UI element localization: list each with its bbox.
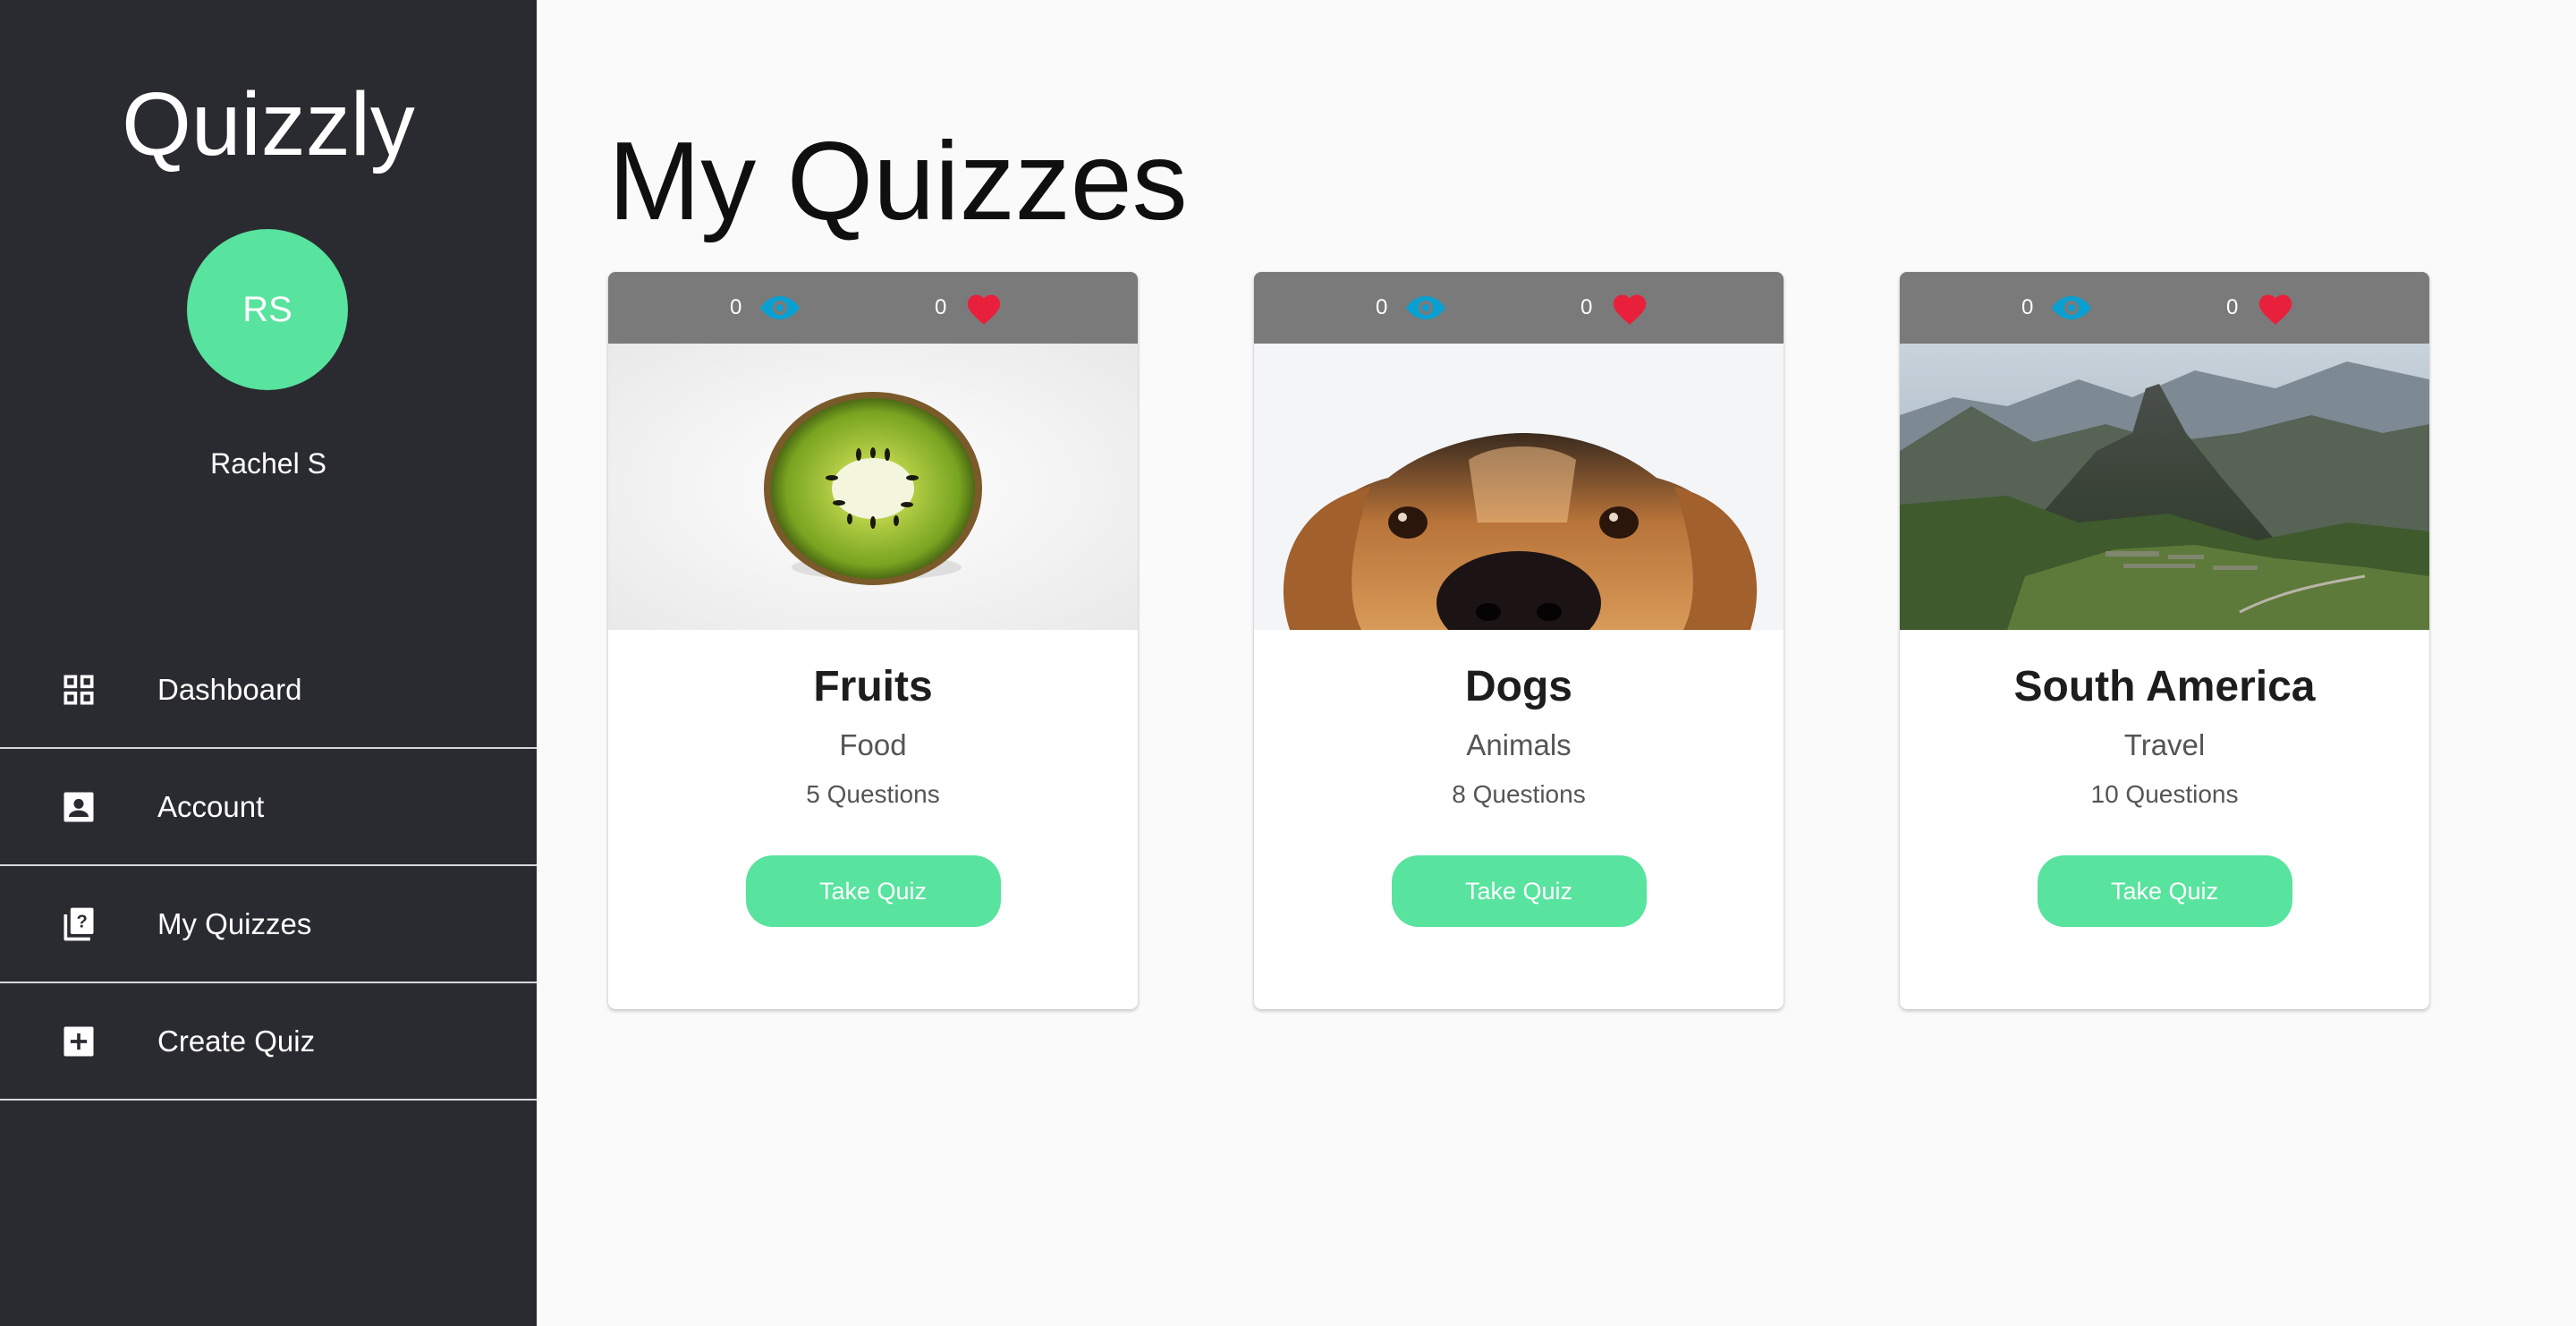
views-count: 0 [1376, 295, 1388, 319]
card-stats-bar: 0 0 [1900, 272, 2429, 344]
sidebar-item-create-quiz[interactable]: Create Quiz [0, 983, 537, 1101]
likes-stat: 0 [935, 272, 1004, 344]
card-stats-bar: 0 0 [608, 272, 1138, 344]
eye-icon [1406, 296, 1446, 319]
sidebar-item-label: Dashboard [157, 672, 302, 706]
quiz-category: Travel [2123, 728, 2206, 761]
sidebar-item-label: My Quizzes [157, 906, 312, 940]
dog-photo [1254, 344, 1784, 630]
avatar-initials: RS [242, 289, 292, 329]
brand-logo[interactable]: Quizzly [0, 66, 537, 183]
user-name: Rachel S [210, 447, 326, 480]
heart-icon[interactable] [1610, 290, 1649, 326]
likes-count: 0 [2226, 295, 2239, 319]
library-question-icon: ? [59, 905, 98, 944]
sidebar-item-account[interactable]: Account [0, 749, 537, 866]
quiz-card-fruits[interactable]: 0 0 Fruits Food 5 Questions Take Quiz [608, 272, 1138, 1009]
quiz-title: Dogs [1465, 663, 1572, 710]
quiz-question-count: 5 Questions [806, 780, 940, 808]
eye-icon [2052, 296, 2092, 319]
views-count: 0 [2021, 295, 2034, 319]
likes-count: 0 [935, 295, 947, 319]
sidebar-item-my-quizzes[interactable]: ? My Quizzes [0, 866, 537, 983]
sidebar-item-label: Account [157, 789, 265, 823]
take-quiz-button[interactable]: Take Quiz [2037, 855, 2292, 927]
account-box-icon [59, 787, 98, 827]
sidebar-nav: Dashboard Account ? My Quizzes Create Qu… [0, 632, 537, 1101]
svg-text:?: ? [77, 912, 88, 931]
views-stat: 0 [2021, 272, 2092, 344]
machu-picchu-photo [1900, 344, 2429, 630]
quiz-card-south-america[interactable]: 0 0 South America Travel 10 Questions Ta… [1900, 272, 2429, 1009]
quiz-question-count: 8 Questions [1452, 780, 1586, 808]
sidebar: Quizzly RS Rachel S Dashboard Account ? [0, 0, 537, 1326]
avatar[interactable]: RS [187, 229, 348, 390]
sidebar-item-dashboard[interactable]: Dashboard [0, 632, 537, 749]
views-stat: 0 [1376, 272, 1446, 344]
eye-icon [760, 296, 801, 319]
views-count: 0 [730, 295, 742, 319]
quiz-title: South America [2013, 663, 2316, 710]
quiz-title: Fruits [813, 663, 933, 710]
heart-icon[interactable] [2256, 290, 2295, 326]
views-stat: 0 [730, 272, 801, 344]
quiz-card-dogs[interactable]: 0 0 Dogs Animals 8 Questions Take Quiz [1254, 272, 1784, 1009]
card-stats-bar: 0 0 [1254, 272, 1784, 344]
likes-stat: 0 [2226, 272, 2295, 344]
dashboard-grid-icon [59, 670, 98, 710]
kiwi-photo [608, 344, 1138, 630]
page-title: My Quizzes [608, 120, 1188, 243]
sidebar-item-label: Create Quiz [157, 1024, 316, 1058]
heart-icon[interactable] [964, 290, 1004, 326]
quiz-question-count: 10 Questions [2090, 780, 2239, 808]
main-content: My Quizzes 0 0 Fruits Food 5 Questions T… [537, 0, 2576, 1326]
take-quiz-button[interactable]: Take Quiz [1391, 855, 1647, 927]
quiz-category: Food [839, 728, 907, 761]
likes-count: 0 [1580, 295, 1593, 319]
add-box-icon [59, 1022, 98, 1061]
take-quiz-button[interactable]: Take Quiz [745, 855, 1001, 927]
likes-stat: 0 [1580, 272, 1649, 344]
quiz-category: Animals [1466, 728, 1572, 761]
